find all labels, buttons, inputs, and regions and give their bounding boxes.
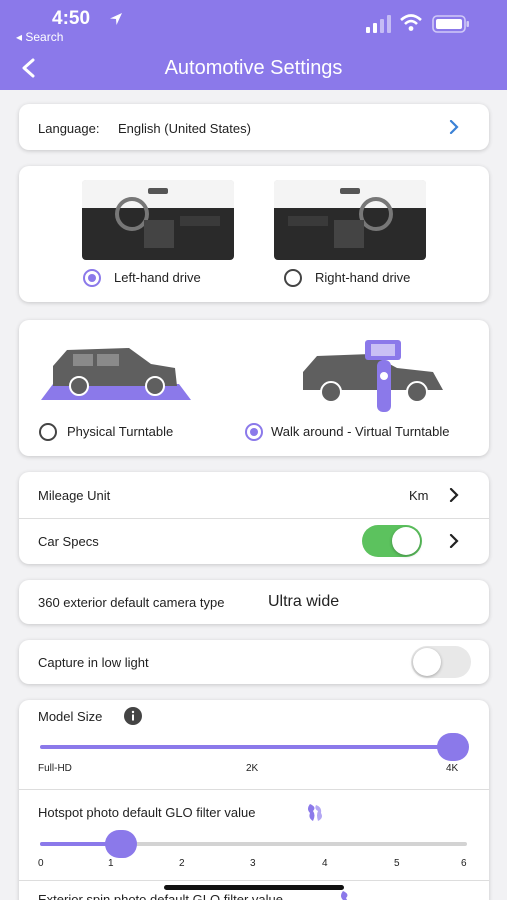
drive-side-card: Left-hand drive Right-hand drive: [19, 166, 489, 302]
battery-icon: [432, 15, 469, 33]
virtual-turntable-icon[interactable]: [301, 338, 447, 416]
low-light-toggle[interactable]: [411, 646, 471, 678]
model-size-thumb[interactable]: [437, 733, 469, 761]
car-specs-label: Car Specs: [38, 534, 99, 549]
right-hand-drive-image[interactable]: [274, 180, 426, 260]
car-specs-toggle[interactable]: [362, 525, 422, 557]
divider: [19, 880, 489, 881]
virtual-turntable-label: Walk around - Virtual Turntable: [271, 424, 450, 439]
hotspot-filter-tick: 3: [250, 858, 256, 869]
model-size-tick: Full-HD: [38, 763, 72, 774]
toggle-knob: [413, 648, 441, 676]
low-light-row: Capture in low light: [19, 640, 489, 684]
left-hand-drive-label: Left-hand drive: [114, 270, 201, 285]
units-card: Mileage Unit Km Car Specs: [19, 472, 489, 564]
physical-turntable-icon[interactable]: [39, 340, 193, 400]
model-size-label: Model Size: [38, 709, 103, 724]
model-size-track[interactable]: [40, 745, 460, 749]
home-indicator: [164, 885, 344, 890]
hotspot-filter-tick: 2: [179, 858, 185, 869]
mileage-unit-label: Mileage Unit: [38, 488, 111, 503]
right-hand-drive-label: Right-hand drive: [315, 270, 411, 285]
right-hand-drive-radio[interactable]: [284, 269, 302, 287]
camera-type-value: Ultra wide: [268, 593, 340, 610]
hotspot-filter-tick: 5: [394, 858, 400, 869]
model-size-tick: 2K: [246, 763, 259, 774]
language-value: English (United States): [118, 121, 251, 136]
hotspot-filter-fill: [40, 842, 110, 846]
camera-type-row[interactable]: 360 exterior default camera type Ultra w…: [19, 580, 489, 624]
mileage-unit-row[interactable]: Mileage Unit Km: [19, 472, 489, 518]
toggle-knob: [392, 527, 420, 555]
wifi-icon: [400, 14, 422, 31]
glo-filter-icon: [308, 804, 322, 821]
virtual-turntable-radio[interactable]: [245, 423, 263, 441]
mileage-unit-value: Km: [409, 488, 429, 503]
language-row[interactable]: Language: English (United States): [19, 104, 489, 150]
exterior-spin-filter-label: Exterior spin photo default GLO filter v…: [38, 892, 283, 900]
status-bar: 4:50 ◂ Search: [0, 0, 507, 46]
low-light-label: Capture in low light: [38, 655, 149, 670]
chevron-right-icon: [449, 488, 459, 502]
camera-type-label: 360 exterior default camera type: [38, 595, 225, 610]
hotspot-filter-tick: 4: [322, 858, 328, 869]
nav-bar: Automotive Settings: [0, 46, 507, 90]
hotspot-filter-thumb[interactable]: [105, 830, 137, 858]
signal-icon: [366, 15, 391, 33]
page-title: Automotive Settings: [164, 57, 343, 79]
left-hand-drive-image[interactable]: [82, 180, 234, 260]
hotspot-filter-tick: 6: [461, 858, 467, 869]
chevron-right-icon: [449, 534, 459, 548]
info-icon[interactable]: [124, 707, 142, 725]
back-to-app-link[interactable]: ◂ Search: [16, 30, 63, 44]
turntable-card: Physical Turntable Walk around - Virtual…: [19, 320, 489, 456]
car-specs-row[interactable]: Car Specs: [19, 518, 489, 564]
model-size-tick: 4K: [446, 763, 459, 774]
divider: [19, 789, 489, 790]
language-label: Language:: [38, 121, 100, 136]
physical-turntable-radio[interactable]: [39, 423, 57, 441]
hotspot-filter-tick: 0: [38, 858, 44, 869]
physical-turntable-label: Physical Turntable: [67, 424, 174, 439]
left-hand-drive-radio[interactable]: [83, 269, 101, 287]
hotspot-filter-tick: 1: [108, 858, 114, 869]
location-arrow-icon: [110, 13, 122, 25]
status-time: 4:50: [52, 8, 91, 29]
quality-card: Model Size Full-HD 2K 4K Hotspot photo d…: [19, 700, 489, 900]
hotspot-filter-label: Hotspot photo default GLO filter value: [38, 805, 256, 820]
chevron-right-icon: [449, 120, 459, 134]
